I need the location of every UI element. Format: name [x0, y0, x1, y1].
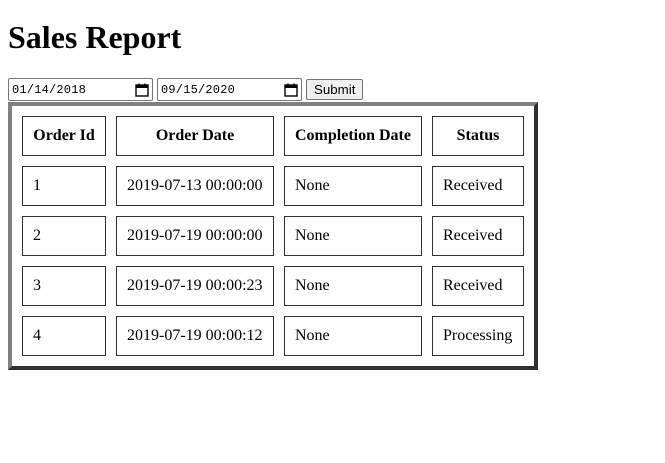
calendar-icon[interactable] [135, 83, 149, 97]
order-id-cell: 2 [22, 216, 106, 256]
order-date-cell: 2019-07-19 00:00:12 [116, 316, 274, 356]
order-id-cell: 3 [22, 266, 106, 306]
table-row: 3 2019-07-19 00:00:23 None Received [22, 266, 524, 306]
date-filter-form: 01/14/2018 09/15/2020 Submit [8, 78, 364, 101]
completion-date-cell: None [284, 316, 422, 356]
table-row: 2 2019-07-19 00:00:00 None Received [22, 216, 524, 256]
column-header-completion-date: Completion Date [284, 116, 422, 156]
order-id-cell: 4 [22, 316, 106, 356]
column-header-status: Status [432, 116, 524, 156]
status-cell: Processing [432, 316, 524, 356]
completion-date-cell: None [284, 166, 422, 206]
start-date-value: 01/14/2018 [12, 82, 87, 97]
table-row: 4 2019-07-19 00:00:12 None Processing [22, 316, 524, 356]
start-date-input[interactable]: 01/14/2018 [8, 78, 153, 101]
sales-table-container: Order Id Order Date Completion Date Stat… [8, 102, 538, 370]
calendar-icon[interactable] [284, 83, 298, 97]
order-date-cell: 2019-07-19 00:00:00 [116, 216, 274, 256]
table-row: 1 2019-07-13 00:00:00 None Received [22, 166, 524, 206]
status-cell: Received [432, 166, 524, 206]
end-date-value: 09/15/2020 [161, 82, 236, 97]
page-title: Sales Report [8, 19, 182, 55]
column-header-order-date: Order Date [116, 116, 274, 156]
order-date-cell: 2019-07-19 00:00:23 [116, 266, 274, 306]
column-header-order-id: Order Id [22, 116, 106, 156]
status-cell: Received [432, 266, 524, 306]
order-date-cell: 2019-07-13 00:00:00 [116, 166, 274, 206]
submit-button[interactable]: Submit [306, 79, 364, 100]
table-header-row: Order Id Order Date Completion Date Stat… [22, 116, 524, 156]
end-date-input[interactable]: 09/15/2020 [157, 78, 302, 101]
status-cell: Received [432, 216, 524, 256]
order-id-cell: 1 [22, 166, 106, 206]
completion-date-cell: None [284, 216, 422, 256]
completion-date-cell: None [284, 266, 422, 306]
sales-table: Order Id Order Date Completion Date Stat… [12, 106, 534, 366]
